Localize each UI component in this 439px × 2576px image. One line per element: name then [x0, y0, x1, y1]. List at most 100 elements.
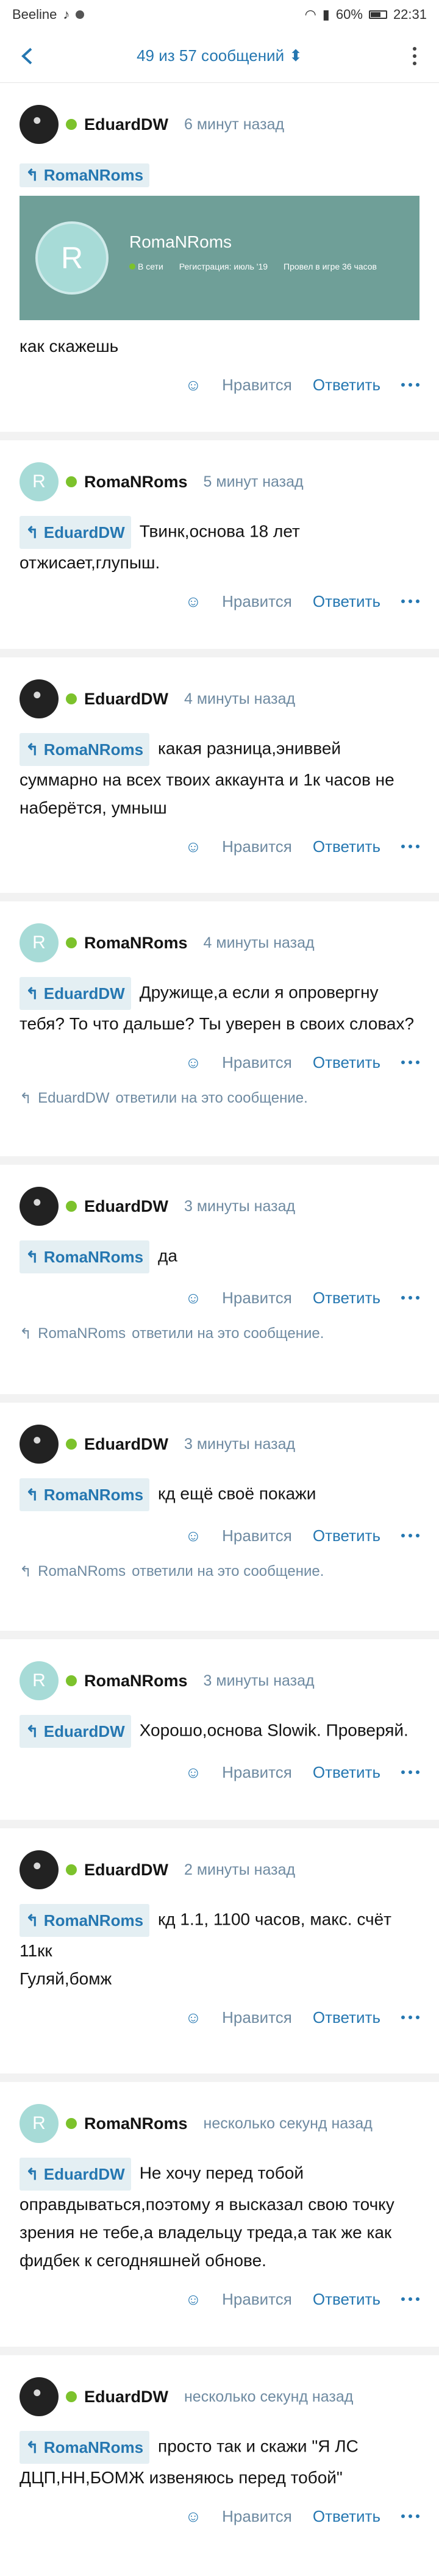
- add-reaction-icon[interactable]: ☺: [185, 2290, 202, 2309]
- quote-author: EduardDW: [43, 2165, 125, 2183]
- post-time[interactable]: 4 минуты назад: [184, 690, 295, 708]
- more-options-button[interactable]: [401, 1770, 419, 1774]
- more-options-button[interactable]: [401, 2514, 419, 2518]
- replied-notice[interactable]: ↰ RomaNRoms ответили на это сообщение.: [20, 1316, 419, 1351]
- page-counter[interactable]: 49 из 57 сообщений ⬍: [137, 46, 302, 65]
- add-reaction-icon[interactable]: ☺: [185, 2008, 202, 2027]
- quote-author-chip[interactable]: ↰ RomaNRoms: [20, 2431, 150, 2464]
- post-time[interactable]: несколько секунд назад: [184, 2388, 353, 2406]
- add-reaction-icon[interactable]: ☺: [185, 2507, 202, 2526]
- post-actions: ☺ Нравится Ответить: [20, 1511, 419, 1560]
- overflow-menu-button[interactable]: [402, 44, 427, 68]
- replied-notice[interactable]: ↰ RomaNRoms ответили на это сообщение.: [20, 1554, 419, 1589]
- author-name[interactable]: EduardDW: [84, 690, 168, 709]
- like-button[interactable]: Нравится: [222, 2008, 292, 2027]
- quote-author-chip[interactable]: ↰ EduardDW: [20, 2158, 131, 2191]
- more-options-button[interactable]: [401, 1061, 419, 1064]
- post-time[interactable]: 4 минуты назад: [204, 934, 315, 952]
- add-reaction-icon[interactable]: ☺: [185, 837, 202, 856]
- avatar[interactable]: [20, 2377, 59, 2416]
- avatar[interactable]: [20, 1850, 59, 1889]
- back-button[interactable]: [13, 43, 40, 70]
- post-time[interactable]: несколько секунд назад: [204, 2115, 373, 2133]
- add-reaction-icon[interactable]: ☺: [185, 1526, 202, 1545]
- quote-author-chip[interactable]: ↰ EduardDW: [20, 1715, 131, 1748]
- quote-author: EduardDW: [43, 523, 125, 542]
- reply-button[interactable]: Ответить: [313, 837, 380, 856]
- like-button[interactable]: Нравится: [222, 592, 292, 611]
- reply-button[interactable]: Ответить: [313, 1526, 380, 1545]
- quote-author-chip[interactable]: ↰ EduardDW: [20, 516, 131, 549]
- quote-author-chip[interactable]: ↰ RomaNRoms: [20, 733, 150, 766]
- add-reaction-icon[interactable]: ☺: [185, 1763, 202, 1782]
- profile-card[interactable]: R RomaNRoms В сети Регистрация: июль '19…: [20, 196, 419, 320]
- reply-button[interactable]: Ответить: [313, 592, 380, 611]
- like-button[interactable]: Нравится: [222, 1053, 292, 1072]
- reply-button[interactable]: Ответить: [313, 1289, 380, 1308]
- more-options-button[interactable]: [401, 2297, 419, 2301]
- quote-author-chip[interactable]: ↰ RomaNRoms: [20, 1904, 150, 1937]
- reply-arrow-icon: ↰: [20, 1090, 32, 1107]
- post-time[interactable]: 6 минут назад: [184, 116, 284, 134]
- like-button[interactable]: Нравится: [222, 2507, 292, 2526]
- like-button[interactable]: Нравится: [222, 1526, 292, 1545]
- dot: [409, 2297, 412, 2301]
- replied-user: RomaNRoms: [38, 1325, 126, 1342]
- profile-name: RomaNRoms: [129, 232, 232, 251]
- add-reaction-icon[interactable]: ☺: [185, 376, 202, 395]
- more-options-button[interactable]: [401, 1296, 419, 1300]
- avatar[interactable]: [20, 679, 59, 718]
- more-options-button[interactable]: [401, 2016, 419, 2019]
- author-name[interactable]: RomaNRoms: [84, 2114, 188, 2133]
- like-button[interactable]: Нравится: [222, 376, 292, 395]
- reply-button[interactable]: Ответить: [313, 2290, 380, 2309]
- quote-author-chip[interactable]: ↰ EduardDW: [20, 977, 131, 1010]
- post-text: да: [158, 1246, 177, 1265]
- reply-button[interactable]: Ответить: [313, 2008, 380, 2027]
- avatar[interactable]: R: [20, 923, 59, 962]
- add-reaction-icon[interactable]: ☺: [185, 1053, 202, 1072]
- author-name[interactable]: EduardDW: [84, 1861, 168, 1880]
- profile-played: Провел в игре 36 часов: [284, 262, 377, 271]
- author-name[interactable]: EduardDW: [84, 115, 168, 134]
- avatar[interactable]: [20, 105, 59, 144]
- more-options-button[interactable]: [401, 383, 419, 387]
- reply-button[interactable]: Ответить: [313, 2507, 380, 2526]
- author-name[interactable]: EduardDW: [84, 1435, 168, 1454]
- reply-arrow-icon: ↰: [20, 1325, 32, 1342]
- replied-user: EduardDW: [38, 1090, 110, 1106]
- like-button[interactable]: Нравится: [222, 1289, 292, 1308]
- author-name[interactable]: RomaNRoms: [84, 1672, 188, 1690]
- post-time[interactable]: 2 минуты назад: [184, 1861, 295, 1879]
- post: EduardDW несколько секунд назад ↰ RomaNRo…: [0, 2355, 439, 2576]
- replied-notice[interactable]: ↰ EduardDW ответили на это сообщение.: [20, 1081, 419, 1116]
- post-time[interactable]: 3 минуты назад: [184, 1198, 295, 1215]
- author-name[interactable]: EduardDW: [84, 1197, 168, 1216]
- reply-button[interactable]: Ответить: [313, 376, 380, 395]
- add-reaction-icon[interactable]: ☺: [185, 592, 202, 611]
- more-options-button[interactable]: [401, 599, 419, 603]
- quote-author-chip[interactable]: ↰ RomaNRoms: [20, 163, 150, 187]
- quote-author-chip[interactable]: ↰ RomaNRoms: [20, 1478, 150, 1511]
- avatar[interactable]: [20, 1187, 59, 1226]
- add-reaction-icon[interactable]: ☺: [185, 1289, 202, 1308]
- post-time[interactable]: 3 минуты назад: [204, 1672, 315, 1690]
- avatar[interactable]: R: [20, 1661, 59, 1700]
- reply-button[interactable]: Ответить: [313, 1053, 380, 1072]
- like-button[interactable]: Нравится: [222, 1763, 292, 1782]
- more-options-button[interactable]: [401, 845, 419, 848]
- author-name[interactable]: RomaNRoms: [84, 473, 188, 492]
- reply-button[interactable]: Ответить: [313, 1763, 380, 1782]
- like-button[interactable]: Нравится: [222, 837, 292, 856]
- avatar[interactable]: [20, 1425, 59, 1464]
- post-time[interactable]: 5 минут назад: [204, 473, 304, 491]
- avatar[interactable]: R: [20, 462, 59, 501]
- dot: [409, 1534, 412, 1537]
- like-button[interactable]: Нравится: [222, 2290, 292, 2309]
- quote-author-chip[interactable]: ↰ RomaNRoms: [20, 1240, 150, 1273]
- author-name[interactable]: RomaNRoms: [84, 934, 188, 953]
- author-name[interactable]: EduardDW: [84, 2388, 168, 2406]
- more-options-button[interactable]: [401, 1534, 419, 1537]
- avatar[interactable]: R: [20, 2104, 59, 2143]
- post-time[interactable]: 3 минуты назад: [184, 1436, 295, 1453]
